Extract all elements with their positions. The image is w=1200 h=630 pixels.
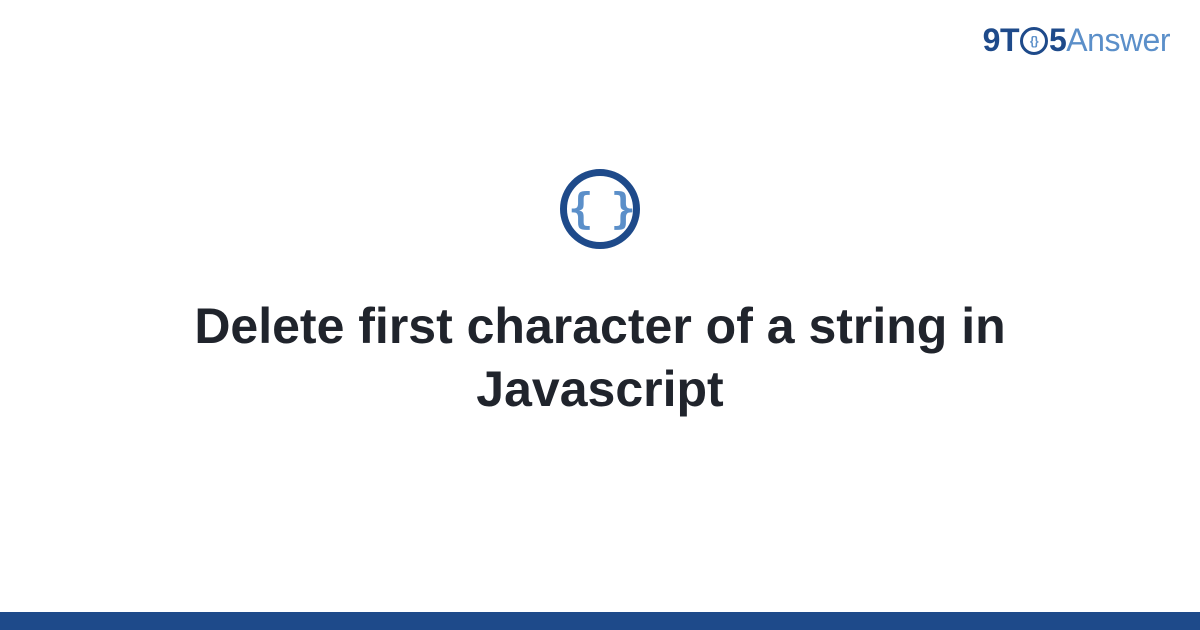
code-braces-icon: { } <box>568 188 632 230</box>
topic-icon-circle: { } <box>560 169 640 249</box>
footer-accent-bar <box>0 612 1200 630</box>
page-title: Delete first character of a string in Ja… <box>75 295 1125 421</box>
main-content: { } Delete first character of a string i… <box>0 0 1200 630</box>
